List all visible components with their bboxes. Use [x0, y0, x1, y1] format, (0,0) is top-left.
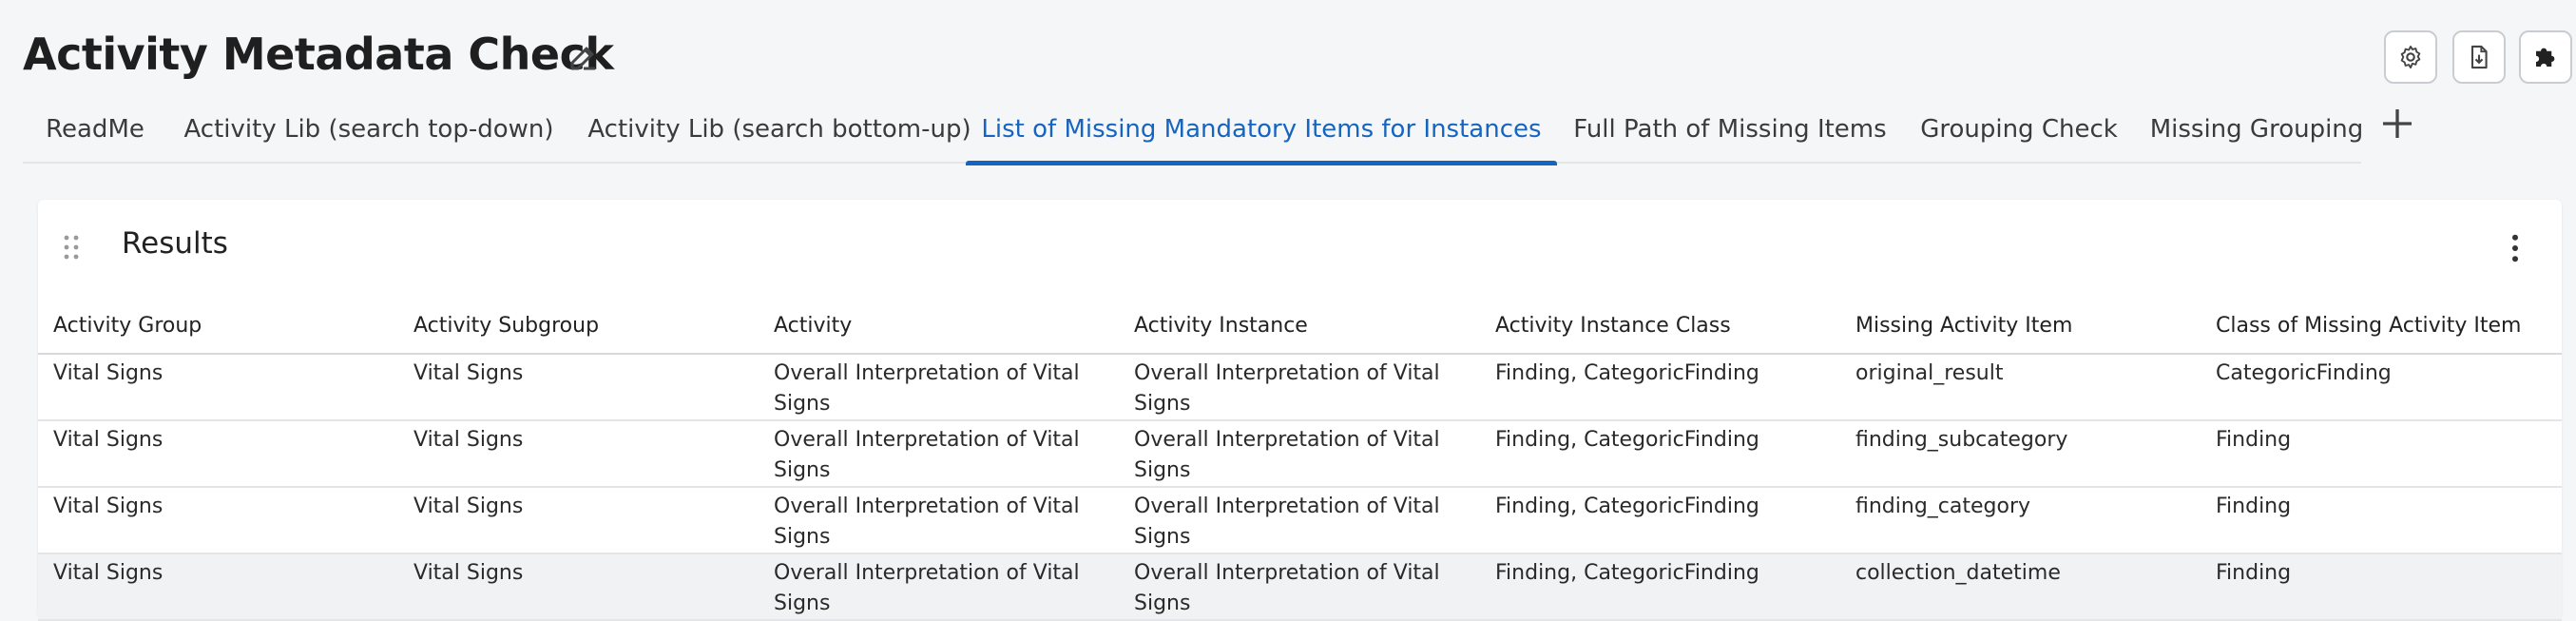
settings-icon: [2400, 45, 2421, 69]
tab-missing-grouping[interactable]: Missing Grouping: [2135, 95, 2378, 164]
results-table: Activity Group Activity Subgroup Activit…: [38, 299, 2562, 621]
export-icon: [2470, 45, 2488, 69]
results-title: Results: [122, 226, 228, 261]
page-header: Activity Metadata Check: [0, 0, 2576, 95]
table-cell: Vital Signs: [398, 487, 759, 554]
table-cell: Overall Interpretation of Vital Signs: [759, 420, 1119, 488]
export-button[interactable]: [2452, 30, 2506, 84]
column-header[interactable]: Activity Subgroup: [398, 299, 759, 355]
table-row[interactable]: Vital Signs Vital Signs Overall Interpre…: [38, 487, 2562, 554]
results-card: Results Activity Group Activity Subgroup…: [38, 200, 2562, 621]
table-cell: Finding: [2201, 487, 2562, 554]
add-tab-icon[interactable]: [2378, 105, 2416, 143]
extensions-button[interactable]: [2519, 30, 2572, 84]
table-cell: finding_subcategory: [1840, 420, 2201, 488]
table-cell: Vital Signs: [398, 354, 759, 421]
table-cell: Vital Signs: [38, 420, 398, 488]
tab-grouping-check[interactable]: Grouping Check: [1903, 95, 2135, 164]
table-cell: Vital Signs: [398, 420, 759, 488]
table-cell: finding_category: [1840, 487, 2201, 554]
table-cell: CategoricFinding: [2201, 354, 2562, 421]
table-cell: Overall Interpretation of Vital Signs: [1119, 487, 1480, 554]
table-row[interactable]: Vital Signs Vital Signs Overall Interpre…: [38, 354, 2562, 421]
table-row[interactable]: Vital Signs Vital Signs Overall Interpre…: [38, 420, 2562, 488]
column-header[interactable]: Activity Instance Class: [1480, 299, 1840, 355]
tab-bar: ReadMe Activity Lib (search top-down) Ac…: [23, 95, 2363, 165]
column-header[interactable]: Activity Group: [38, 299, 398, 355]
extensions-icon: [2536, 48, 2555, 67]
column-header[interactable]: Class of Missing Activity Item: [2201, 299, 2562, 355]
table-cell: Finding, CategoricFinding: [1480, 487, 1840, 554]
column-header[interactable]: Activity: [759, 299, 1119, 355]
tab-activity-lib-top-down[interactable]: Activity Lib (search top-down): [167, 95, 570, 164]
table-cell: Overall Interpretation of Vital Signs: [759, 354, 1119, 421]
drag-handle-icon[interactable]: [62, 234, 81, 261]
table-cell: Overall Interpretation of Vital Signs: [759, 487, 1119, 554]
table-cell: Finding, CategoricFinding: [1480, 354, 1840, 421]
tab-full-path-missing-items[interactable]: Full Path of Missing Items: [1557, 95, 1903, 164]
table-cell: original_result: [1840, 354, 2201, 421]
page-title: Activity Metadata Check: [23, 29, 614, 80]
table-cell: Finding, CategoricFinding: [1480, 420, 1840, 488]
column-header[interactable]: Activity Instance: [1119, 299, 1480, 355]
table-cell: Overall Interpretation of Vital Signs: [1119, 420, 1480, 488]
table-cell: Finding: [2201, 420, 2562, 488]
pencil-icon[interactable]: [567, 40, 601, 74]
tab-activity-lib-bottom-up[interactable]: Activity Lib (search bottom-up): [570, 95, 989, 164]
table-header-row: Activity Group Activity Subgroup Activit…: [38, 299, 2562, 355]
settings-button[interactable]: [2384, 30, 2437, 84]
table-cell: Vital Signs: [38, 487, 398, 554]
more-options-icon[interactable]: [2509, 234, 2521, 262]
table-cell: Vital Signs: [38, 354, 398, 421]
tab-missing-mandatory-items[interactable]: List of Missing Mandatory Items for Inst…: [966, 95, 1557, 165]
table-cell: Overall Interpretation of Vital Signs: [1119, 354, 1480, 421]
tab-readme[interactable]: ReadMe: [23, 95, 167, 164]
column-header[interactable]: Missing Activity Item: [1840, 299, 2201, 355]
